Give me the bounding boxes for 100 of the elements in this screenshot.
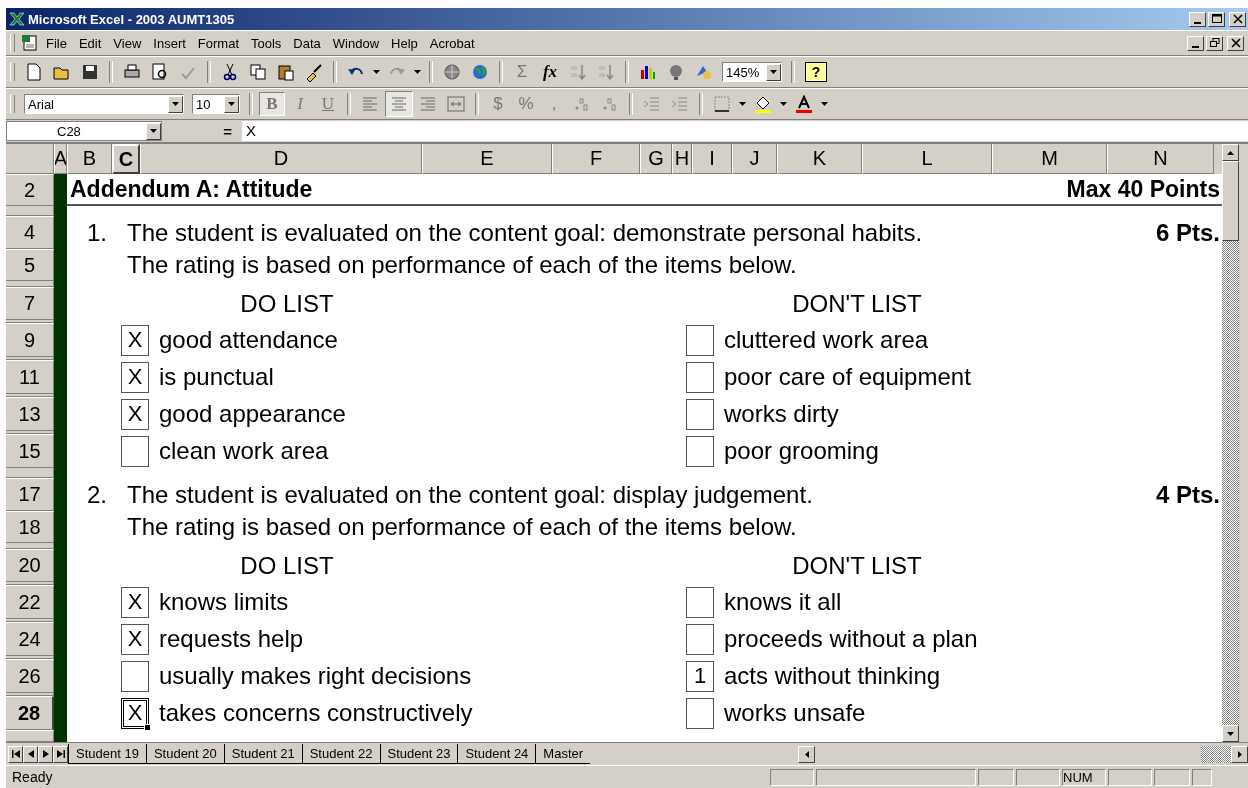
column-header[interactable]: F — [552, 144, 640, 174]
dropdown-arrow-icon[interactable] — [739, 102, 746, 106]
hidden-row-marker[interactable] — [6, 693, 54, 696]
column-header[interactable]: L — [862, 144, 992, 174]
dropdown-arrow-icon[interactable] — [780, 102, 787, 106]
check-cell[interactable] — [121, 660, 149, 692]
hidden-row-marker[interactable] — [6, 619, 54, 622]
dropdown-arrow-icon[interactable] — [150, 129, 157, 133]
hidden-row-marker[interactable] — [6, 582, 54, 585]
tab-next-icon[interactable] — [38, 745, 53, 763]
check-cell[interactable] — [686, 398, 714, 430]
row-header[interactable]: 28 — [6, 696, 54, 730]
font-dropdown[interactable]: Arial — [24, 94, 184, 114]
column-header[interactable]: J — [732, 144, 777, 174]
check-cell[interactable]: X — [121, 361, 149, 393]
help-button[interactable]: ? — [805, 62, 827, 82]
close-button[interactable] — [1227, 35, 1244, 51]
hidden-row-marker[interactable] — [6, 320, 54, 323]
column-header[interactable]: G — [640, 144, 672, 174]
menu-item[interactable]: Acrobat — [424, 33, 480, 53]
scroll-down-button[interactable] — [1222, 725, 1239, 742]
row-header[interactable]: 26 — [6, 659, 54, 693]
row-header[interactable]: 13 — [6, 397, 54, 431]
close-button[interactable] — [1229, 11, 1246, 27]
column-header[interactable]: H — [672, 144, 692, 174]
sheet-tab[interactable]: Student 23 — [379, 744, 458, 764]
font-size-dropdown[interactable]: 10 — [192, 94, 240, 114]
dropdown-arrow-icon[interactable] — [821, 102, 828, 106]
sheet-tab[interactable]: Student 22 — [301, 744, 380, 764]
dropdown-arrow-icon[interactable] — [172, 102, 179, 106]
minimize-button[interactable] — [1187, 35, 1204, 51]
column-header[interactable]: K — [777, 144, 862, 174]
row-header[interactable]: 9 — [6, 323, 54, 357]
scroll-thumb[interactable] — [1201, 745, 1231, 763]
hidden-row-marker[interactable] — [6, 543, 54, 549]
row-header[interactable]: 17 — [6, 478, 54, 511]
check-cell[interactable] — [121, 435, 149, 467]
sheet-tab[interactable]: Student 19 — [68, 744, 146, 764]
column-header[interactable]: I — [692, 144, 732, 174]
hidden-row-marker[interactable] — [6, 357, 54, 360]
menu-item[interactable]: Data — [288, 33, 326, 53]
row-header[interactable]: 2 — [6, 174, 54, 206]
bold-button[interactable]: B — [259, 92, 285, 116]
row-header[interactable]: 20 — [6, 549, 54, 582]
dropdown-arrow-icon[interactable] — [770, 70, 777, 74]
zoom-dropdown[interactable]: 145% — [722, 62, 782, 82]
name-box[interactable]: C28 — [6, 121, 162, 141]
column-header[interactable]: D — [140, 144, 422, 174]
tab-prev-icon[interactable] — [23, 745, 38, 763]
menu-item[interactable]: Help — [386, 33, 423, 53]
scroll-right-button[interactable] — [1231, 745, 1248, 763]
dropdown-arrow-icon[interactable] — [228, 102, 235, 106]
dropdown-arrow-icon[interactable] — [373, 70, 380, 74]
sheet-tab[interactable]: Student 21 — [223, 744, 302, 764]
tab-first-icon[interactable] — [8, 745, 23, 763]
check-cell[interactable] — [686, 623, 714, 655]
menu-item[interactable]: Insert — [148, 33, 191, 53]
column-header[interactable]: B — [67, 144, 112, 174]
check-cell[interactable] — [686, 324, 714, 356]
check-cell[interactable]: X — [121, 697, 149, 729]
check-cell[interactable] — [686, 586, 714, 618]
menu-item[interactable]: Window — [327, 33, 385, 53]
check-cell[interactable]: X — [121, 398, 149, 430]
restore-button[interactable] — [1206, 35, 1223, 51]
formula-field[interactable]: X — [242, 121, 1248, 141]
sheet-tab[interactable]: Master — [535, 744, 591, 764]
check-cell[interactable]: X — [121, 586, 149, 618]
hidden-row-marker[interactable] — [6, 281, 54, 287]
document-icon[interactable] — [21, 34, 39, 52]
column-header[interactable]: C — [112, 144, 140, 174]
menu-item[interactable]: Tools — [246, 33, 287, 53]
check-cell[interactable]: 1 — [686, 660, 714, 692]
row-header[interactable]: 11 — [6, 360, 54, 394]
row-header[interactable]: 15 — [6, 434, 54, 468]
sheet-tab[interactable]: Student 24 — [457, 744, 536, 764]
check-cell[interactable]: X — [121, 324, 149, 356]
tab-last-icon[interactable] — [53, 745, 68, 763]
row-header[interactable]: 24 — [6, 622, 54, 656]
check-cell[interactable] — [686, 697, 714, 729]
column-header[interactable]: M — [992, 144, 1107, 174]
row-header[interactable]: 22 — [6, 585, 54, 619]
dropdown-arrow-icon[interactable] — [414, 70, 421, 74]
hidden-row-marker[interactable] — [6, 656, 54, 659]
scroll-up-button[interactable] — [1222, 144, 1239, 161]
menu-item[interactable]: File — [41, 33, 72, 53]
row-header[interactable] — [6, 730, 54, 742]
column-header[interactable]: N — [1107, 144, 1214, 174]
hidden-row-marker[interactable] — [6, 394, 54, 397]
maximize-button[interactable] — [1208, 11, 1225, 27]
menu-item[interactable]: View — [108, 33, 147, 53]
check-cell[interactable] — [686, 361, 714, 393]
scroll-thumb[interactable] — [1222, 161, 1239, 241]
scroll-left-button[interactable] — [798, 745, 815, 763]
hidden-row-marker[interactable] — [6, 468, 54, 478]
menu-item[interactable]: Edit — [73, 33, 107, 53]
row-header[interactable]: 4 — [6, 216, 54, 249]
row-header[interactable]: 18 — [6, 511, 54, 543]
check-cell[interactable]: X — [121, 623, 149, 655]
menu-item[interactable]: Format — [192, 33, 244, 53]
function-button[interactable]: fx — [537, 60, 563, 84]
